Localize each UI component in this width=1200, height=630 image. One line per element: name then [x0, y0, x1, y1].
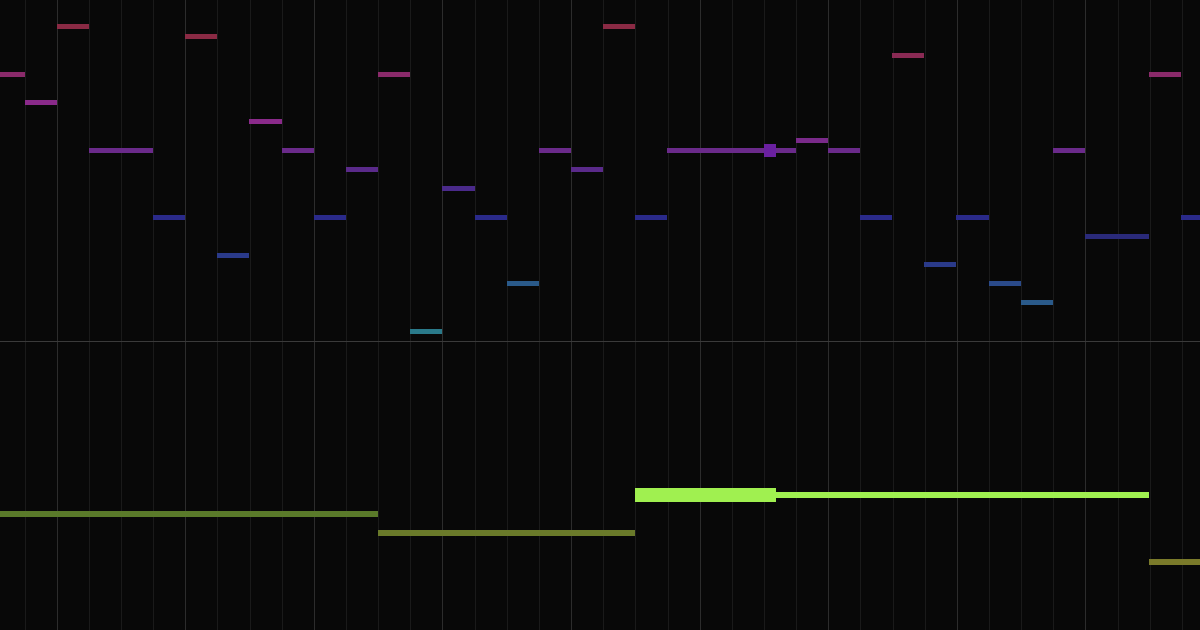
note[interactable]	[153, 215, 185, 220]
note[interactable]	[1021, 300, 1053, 305]
grid-line	[1053, 0, 1054, 630]
bass-note[interactable]	[0, 511, 378, 517]
note[interactable]	[1053, 148, 1085, 153]
grid-line	[764, 0, 765, 630]
grid-line	[989, 0, 990, 630]
grid-line	[314, 0, 315, 630]
note[interactable]	[1149, 72, 1181, 77]
note[interactable]	[507, 281, 539, 286]
grid-line	[957, 0, 958, 630]
note[interactable]	[57, 24, 89, 29]
note[interactable]	[796, 138, 828, 143]
note[interactable]	[603, 24, 635, 29]
note[interactable]	[282, 148, 314, 153]
note[interactable]	[539, 148, 571, 153]
grid-line	[828, 0, 829, 630]
grid-line	[925, 0, 926, 630]
note[interactable]	[185, 34, 217, 39]
lane-divider	[0, 341, 1200, 342]
note[interactable]	[217, 253, 249, 258]
grid-line	[346, 0, 347, 630]
note[interactable]	[635, 215, 667, 220]
grid-line	[57, 0, 58, 630]
piano-roll-canvas[interactable]	[0, 0, 1200, 630]
note[interactable]	[1181, 215, 1200, 220]
grid-line	[860, 0, 861, 630]
note[interactable]	[956, 215, 989, 220]
grid-line	[1021, 0, 1022, 630]
grid-line	[153, 0, 154, 630]
note[interactable]	[924, 262, 956, 267]
grid-line	[1118, 0, 1119, 630]
note[interactable]	[892, 53, 924, 58]
grid-line	[668, 0, 669, 630]
note[interactable]	[25, 100, 57, 105]
note-selected[interactable]	[764, 144, 776, 157]
note[interactable]	[571, 167, 603, 172]
note[interactable]	[314, 215, 346, 220]
note[interactable]	[989, 281, 1021, 286]
note[interactable]	[860, 215, 892, 220]
grid-line	[732, 0, 733, 630]
grid-line	[796, 0, 797, 630]
grid-line	[185, 0, 186, 630]
note[interactable]	[378, 72, 410, 77]
note[interactable]	[667, 148, 796, 153]
note[interactable]	[828, 148, 860, 153]
bass-note[interactable]	[1149, 559, 1200, 565]
note[interactable]	[0, 72, 25, 77]
grid-line	[635, 0, 636, 630]
note[interactable]	[1085, 234, 1149, 239]
note[interactable]	[410, 329, 442, 334]
grid-line	[700, 0, 701, 630]
bass-note[interactable]	[635, 488, 776, 502]
bass-note[interactable]	[378, 530, 635, 536]
grid-line	[89, 0, 90, 630]
grid-line	[121, 0, 122, 630]
note[interactable]	[249, 119, 282, 124]
bass-note[interactable]	[776, 492, 1149, 498]
grid-line	[1085, 0, 1086, 630]
grid-line	[25, 0, 26, 630]
note[interactable]	[89, 148, 153, 153]
note[interactable]	[475, 215, 507, 220]
grid-line	[1182, 0, 1183, 630]
note[interactable]	[442, 186, 475, 191]
grid-line	[893, 0, 894, 630]
grid-line	[282, 0, 283, 630]
grid-line	[217, 0, 218, 630]
grid-line	[1150, 0, 1151, 630]
grid-line	[250, 0, 251, 630]
note[interactable]	[346, 167, 378, 172]
